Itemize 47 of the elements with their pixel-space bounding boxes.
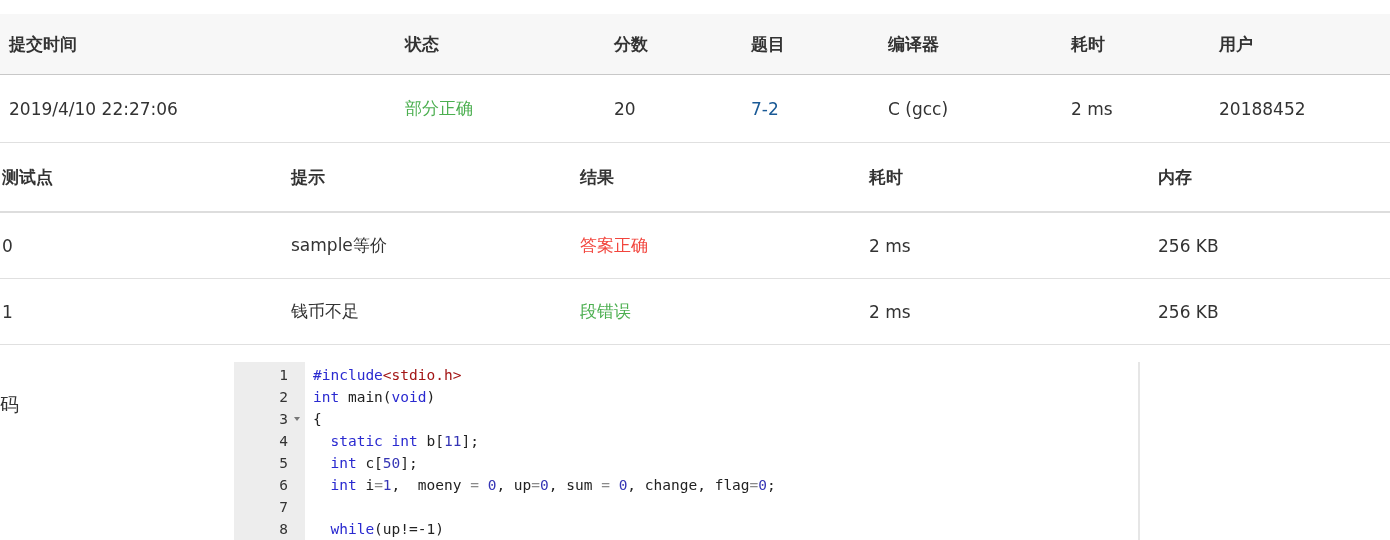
- column-header: 内存: [1158, 165, 1193, 189]
- column-header: 编译器: [888, 32, 940, 56]
- column-header: 耗时: [1071, 32, 1106, 56]
- code-line: while(up!=-1): [329, 521, 444, 537]
- code-line: #include<stdio.h>: [313, 367, 462, 383]
- compiler: C (gcc): [888, 98, 950, 119]
- testcase-hint: sample等价: [291, 234, 388, 257]
- status-text: 部分正确: [405, 97, 474, 120]
- code-line: int c[50];: [329, 455, 418, 471]
- column-header: 结果: [580, 165, 615, 189]
- column-header: 题目: [751, 32, 786, 56]
- code-label: 码: [0, 393, 19, 415]
- code-line: {: [313, 411, 322, 427]
- line-number: 6: [279, 477, 288, 493]
- line-number: 3: [279, 411, 288, 427]
- line-number: 4: [279, 433, 288, 449]
- line-number: 8: [279, 521, 288, 537]
- column-header: 状态: [405, 32, 440, 56]
- testcase-hint: 钱币不足: [291, 300, 360, 323]
- column-header: 耗时: [869, 165, 904, 189]
- line-number: 2: [279, 389, 288, 405]
- column-header: 分数: [614, 32, 649, 56]
- column-header: 测试点: [2, 165, 54, 189]
- user-id: 20188452: [1219, 98, 1307, 119]
- memory: 256 KB: [1158, 301, 1220, 322]
- duration: 2 ms: [869, 301, 912, 322]
- testcase-id: 0: [2, 235, 14, 256]
- result-text: 答案正确: [580, 234, 649, 257]
- score: 20: [614, 98, 637, 119]
- duration: 2 ms: [1071, 98, 1114, 119]
- line-number: 5: [279, 455, 288, 471]
- submit-time: 2019/4/10 22:27:06: [9, 98, 179, 119]
- fold-caret-icon[interactable]: [293, 416, 300, 422]
- column-header: 用户: [1219, 32, 1254, 56]
- duration: 2 ms: [869, 235, 912, 256]
- line-number: 1: [279, 367, 288, 383]
- column-header: 提示: [291, 165, 326, 189]
- testcase-id: 1: [2, 301, 14, 322]
- result-text: 段错误: [580, 300, 632, 323]
- code-line: int main(void): [313, 389, 436, 405]
- code-editor[interactable]: 1 2 3 4 5 6 7 8 #include<stdio.h> int main(void) { static int b[11]; int c[50]; int i=1, moeny = 0, up=0, sum = 0, change, flag=0; while(up!=-1): [234, 362, 1140, 540]
- column-header: 提交时间: [9, 32, 78, 56]
- memory: 256 KB: [1158, 235, 1220, 256]
- problem-link[interactable]: 7-2: [751, 98, 779, 119]
- code-line: static int b[11];: [329, 433, 479, 449]
- line-number: 7: [279, 499, 288, 515]
- code-line: int i=1, moeny = 0, up=0, sum = 0, change, flag=0;: [329, 477, 776, 493]
